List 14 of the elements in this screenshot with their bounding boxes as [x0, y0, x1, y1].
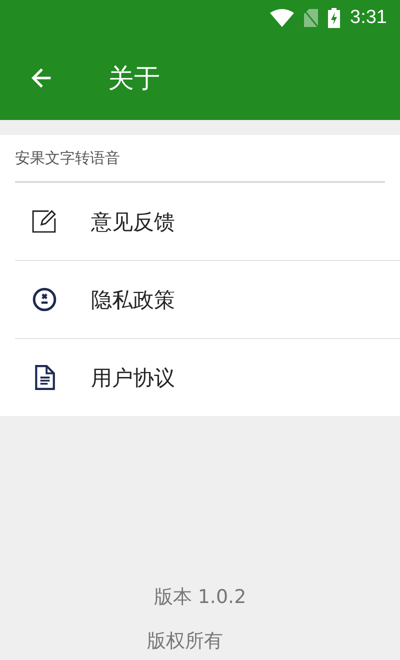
status-time: 3:31: [350, 7, 387, 29]
edit-icon: [32, 209, 57, 234]
face-icon: [32, 287, 57, 312]
wifi-icon: [270, 9, 294, 27]
toolbar-title: 关于: [108, 62, 160, 96]
version-text: 版本 1.0.2: [154, 585, 246, 610]
menu-item[interactable]: 意见反馈: [15, 183, 400, 261]
battery-charging-icon: [328, 8, 340, 28]
menu-item[interactable]: 用户协议: [15, 339, 400, 416]
document-icon: [32, 365, 57, 390]
copyright-text: 版权所有: [147, 629, 223, 654]
menu-item[interactable]: 隐私政策: [15, 261, 400, 339]
no-sim-icon: [304, 9, 318, 27]
section-title: 安果文字转语音: [15, 135, 385, 183]
